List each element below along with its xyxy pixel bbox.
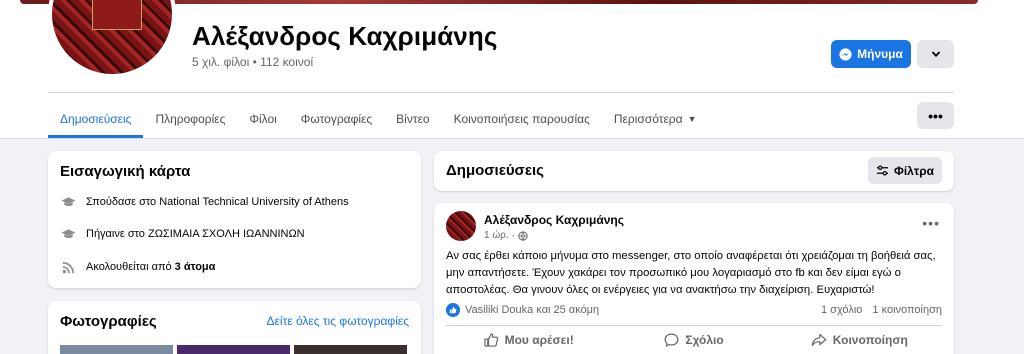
filters-button[interactable]: Φίλτρα	[868, 157, 942, 184]
tab-check-ins[interactable]: Κοινοποιήσεις παρουσίας	[442, 100, 602, 138]
intro-went-to-text[interactable]: Πήγαινε στο ΖΩΣΙΜΑΙΑ ΣΧΟΛΗ ΙΩΑΝΝΙΝΩΝ	[86, 228, 305, 240]
photos-card: Φωτογραφίες Δείτε όλες τις φωτογραφίες	[48, 301, 421, 354]
tab-label: Βίντεο	[396, 112, 430, 126]
post-timestamp: 1 ώρ. ·	[484, 230, 528, 241]
comment-label: Σχόλιο	[685, 333, 724, 347]
graduation-cap-icon	[60, 195, 76, 209]
tab-label: Δημοσιεύσεις	[60, 112, 132, 126]
header-divider	[48, 92, 954, 93]
tab-more[interactable]: Περισσότερα ▼	[602, 100, 709, 138]
photos-title: Φωτογραφίες	[60, 313, 157, 330]
post-reactions[interactable]: Vasiliki Douka και 25 ακόμη	[446, 303, 599, 317]
intro-studied: Σπούδασε στο National Technical Universi…	[60, 195, 349, 209]
tab-posts[interactable]: Δημοσιεύσεις	[48, 100, 144, 138]
intro-followers-prefix: Ακολουθείται από	[86, 261, 172, 273]
messenger-icon	[839, 47, 852, 61]
reactions-text: Vasiliki Douka και 25 ακόμη	[465, 304, 600, 316]
post-time-text[interactable]: 1 ώρ.	[484, 230, 509, 241]
profile-friends-count[interactable]: 5 χιλ. φίλοι • 112 κοινοί	[192, 55, 313, 69]
intro-went-to: Πήγαινε στο ΖΩΣΙΜΑΙΑ ΣΧΟΛΗ ΙΩΑΝΝΙΝΩΝ	[60, 227, 305, 241]
post-actions: Μου αρέσει! Σχόλιο Κοινοποίηση	[446, 329, 942, 351]
comments-count[interactable]: 1 σχόλιο	[821, 304, 862, 316]
profile-tabs: Δημοσιεύσεις Πληροφορίες Φίλοι Φωτογραφί…	[48, 100, 708, 138]
tab-label: Φίλοι	[249, 112, 277, 126]
filters-label: Φίλτρα	[893, 163, 934, 178]
profile-options-dropdown[interactable]	[917, 40, 954, 68]
dot-separator: ·	[511, 230, 515, 241]
share-button[interactable]: Κοινοποίηση	[777, 329, 942, 351]
intro-followers: Ακολουθείται από 3 άτομα	[60, 260, 215, 274]
comment-button[interactable]: Σχόλιο	[611, 329, 776, 351]
post-author-avatar[interactable]	[446, 211, 476, 241]
intro-title: Εισαγωγική κάρτα	[60, 163, 191, 180]
posts-title: Δημοσιεύσεις	[446, 162, 544, 179]
tab-label: Φωτογραφίες	[300, 112, 373, 126]
comment-bubble-icon	[664, 333, 679, 347]
globe-icon	[518, 230, 528, 241]
message-button[interactable]: Μήνυμα	[831, 40, 911, 68]
intro-followers-count[interactable]: 3 άτομα	[175, 261, 216, 273]
message-button-label: Μήνυμα	[857, 47, 903, 61]
graduation-cap-icon	[60, 227, 76, 241]
intro-card: Εισαγωγική κάρτα Σπούδασε στο National T…	[48, 151, 421, 288]
tab-about[interactable]: Πληροφορίες	[143, 100, 237, 138]
post-stats: 1 σχόλιο 1 κοινοποίηση	[821, 304, 942, 316]
post-options-icon[interactable]: •••	[922, 215, 940, 231]
see-all-photos-link[interactable]: Δείτε όλες τις φωτογραφίες	[267, 314, 409, 328]
post-author-name[interactable]: Αλέξανδρος Καχριμάνης	[484, 213, 624, 227]
photo-thumbnail[interactable]	[294, 345, 407, 354]
more-dots-icon: •••	[928, 107, 943, 124]
rss-icon	[60, 260, 76, 274]
thumbs-up-icon	[483, 333, 498, 347]
more-options-button[interactable]: •••	[917, 102, 954, 129]
photo-thumbnail[interactable]	[60, 345, 173, 354]
post-divider	[446, 325, 942, 326]
profile-avatar[interactable]	[48, 0, 176, 78]
tab-videos[interactable]: Βίντεο	[384, 100, 441, 138]
filter-sliders-icon	[876, 165, 888, 176]
tab-label: Περισσότερα	[613, 112, 683, 126]
like-reaction-icon	[446, 303, 460, 317]
share-arrow-icon	[811, 333, 826, 347]
chevron-down-icon	[931, 51, 940, 58]
post-body-text: Αν σας έρθει κάποιο μήνυμα στο messenger…	[446, 250, 936, 296]
like-label: Μου αρέσει!	[504, 333, 574, 347]
like-button[interactable]: Μου αρέσει!	[446, 329, 611, 351]
profile-header: Αλέξανδρος Καχριμάνης 5 χιλ. φίλοι • 112…	[0, 0, 1024, 139]
tab-label: Κοινοποιήσεις παρουσίας	[453, 112, 590, 126]
tab-label: Πληροφορίες	[155, 112, 226, 126]
tab-friends[interactable]: Φίλοι	[237, 100, 288, 138]
intro-studied-text[interactable]: Σπούδασε στο National Technical Universi…	[86, 196, 349, 208]
caret-down-icon: ▼	[687, 114, 697, 124]
profile-name: Αλέξανδρος Καχριμάνης	[192, 21, 498, 51]
tab-photos[interactable]: Φωτογραφίες	[289, 100, 384, 138]
posts-header-card: Δημοσιεύσεις Φίλτρα	[434, 151, 954, 191]
share-label: Κοινοποίηση	[832, 333, 908, 347]
post-card: Αλέξανδρος Καχριμάνης 1 ώρ. · ••• Αν σας…	[434, 203, 954, 354]
photo-thumbnail[interactable]	[177, 345, 290, 354]
shares-count[interactable]: 1 κοινοποίηση	[872, 304, 942, 316]
